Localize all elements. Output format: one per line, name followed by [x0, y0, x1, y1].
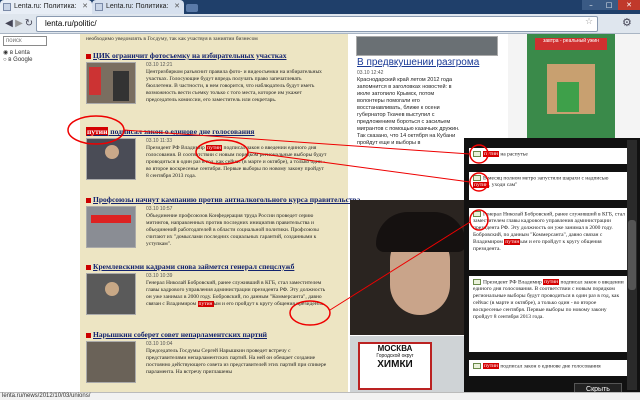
annotation-overlay: [67, 115, 489, 326]
annotation-circle: [195, 139, 249, 165]
annotation-circle: [67, 115, 125, 145]
annotation-line: [123, 129, 471, 155]
annotation-circle: [289, 300, 331, 326]
status-bar: lenta.ru/news/2012/10/03/unions/: [0, 392, 640, 400]
annotation-circle: [469, 144, 489, 164]
annotation-circle: [469, 209, 489, 231]
annotation-circle: [469, 172, 489, 192]
annotation-line: [247, 151, 471, 183]
annotation-line: [329, 221, 471, 311]
